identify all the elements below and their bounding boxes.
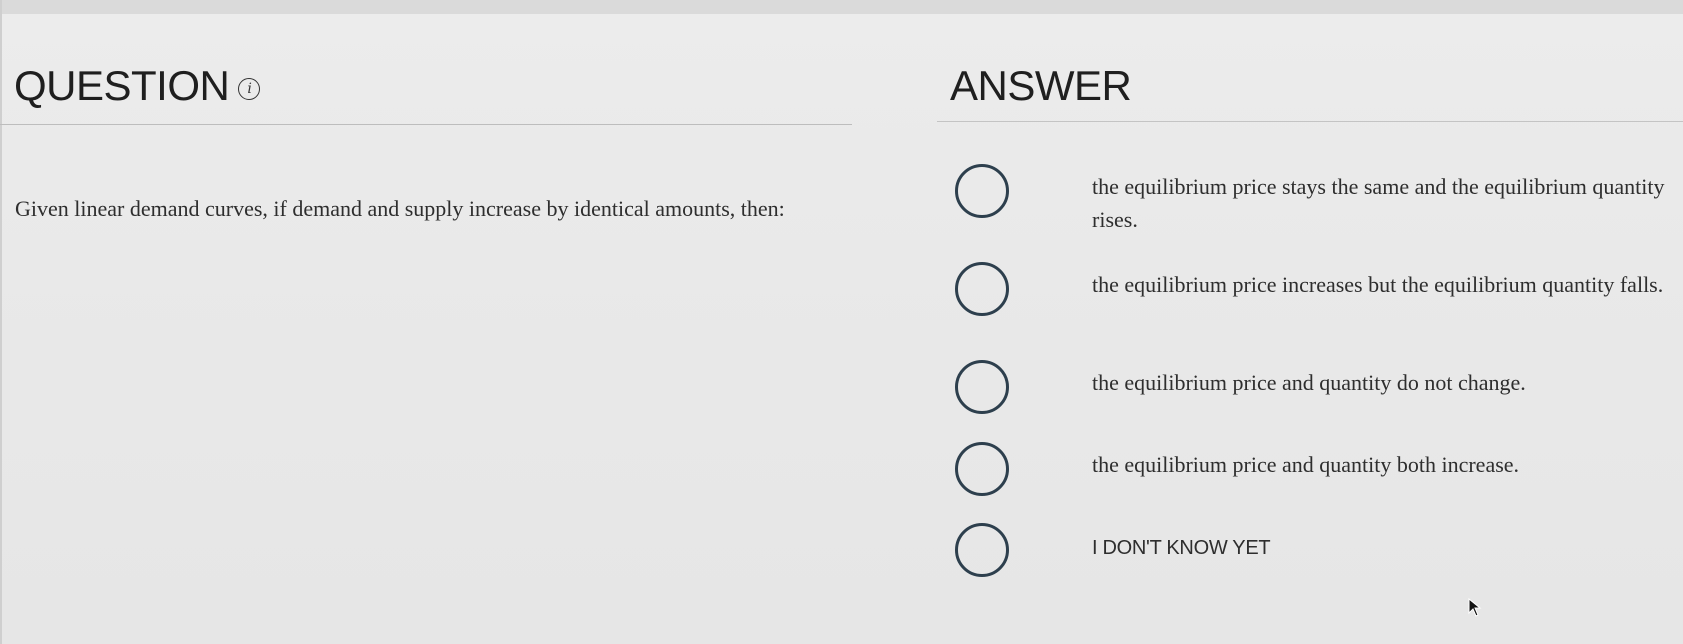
answer-option-5[interactable]: I DON'T KNOW YET [955,523,1675,577]
answer-option-4[interactable]: the equilibrium price and quantity both … [955,442,1675,496]
answer-option-3[interactable]: the equilibrium price and quantity do no… [955,360,1675,414]
answer-option-label: the equilibrium price increases but the … [1092,272,1664,297]
top-strip [0,0,1683,14]
question-divider [0,124,852,125]
info-icon[interactable]: i [238,78,261,100]
answer-option-2[interactable]: the equilibrium price increases but the … [955,262,1675,316]
radio-button[interactable] [955,442,1009,496]
radio-button[interactable] [955,164,1009,218]
question-text: Given linear demand curves, if demand an… [15,196,785,221]
answer-option-label: the equilibrium price stays the same and… [1092,174,1665,232]
question-heading: QUESTION i [14,62,261,110]
answer-option-label: the equilibrium price and quantity both … [1092,452,1520,477]
answer-divider [937,121,1683,122]
answer-option-label: I DON'T KNOW YET [1092,537,1271,559]
radio-button[interactable] [955,360,1009,414]
radio-button[interactable] [955,523,1009,577]
answer-option-label: the equilibrium price and quantity do no… [1092,370,1526,395]
answer-option-1[interactable]: the equilibrium price stays the same and… [955,164,1675,236]
answer-heading: ANSWER [950,62,1132,109]
left-edge [0,0,2,644]
question-heading-label: QUESTION [14,62,230,109]
radio-button[interactable] [955,262,1009,316]
mouse-pointer-icon [1468,598,1482,617]
